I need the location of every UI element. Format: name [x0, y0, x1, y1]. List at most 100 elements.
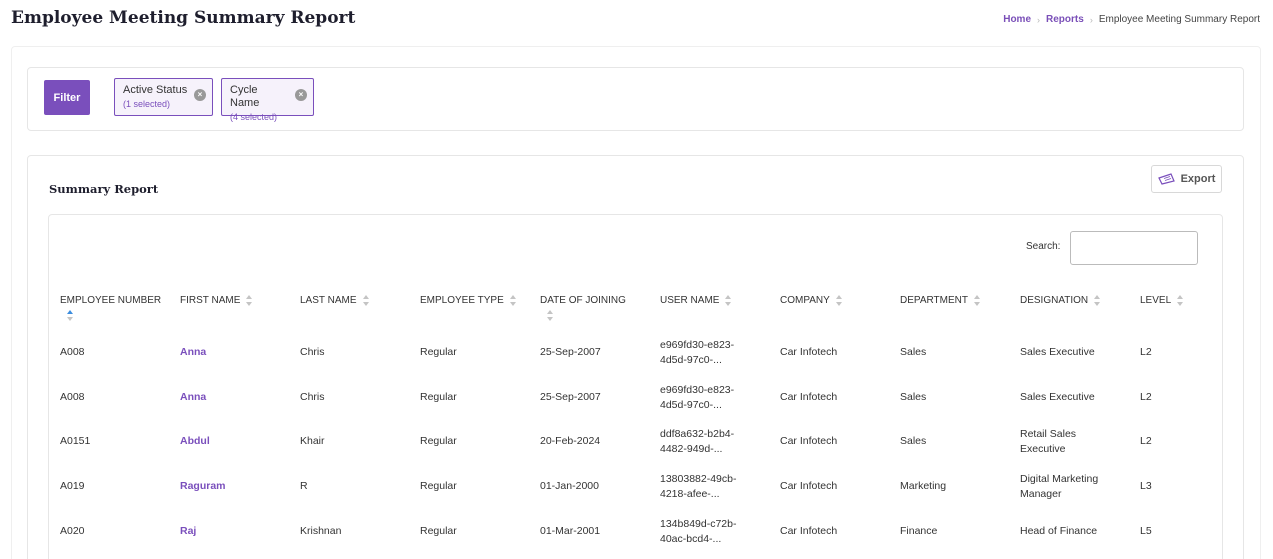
- cell-designation: Head of Finance: [1020, 524, 1097, 539]
- cell-text-line: e969fd30-e823-: [660, 339, 735, 351]
- sort-both-icon: [835, 294, 843, 306]
- cell-employee-type: Regular: [420, 480, 457, 492]
- cell-level: L2: [1140, 435, 1152, 447]
- chevron-right-icon: ›: [1089, 14, 1093, 25]
- cell-text-line: 40ac-bcd4-...: [660, 532, 722, 545]
- cell-date-of-joining: 20-Feb-2024: [540, 435, 601, 447]
- filter-chip-count: (4 selected): [230, 112, 278, 122]
- filter-button[interactable]: Filter: [44, 80, 90, 115]
- column-header-label: EMPLOYEE NUMBER: [60, 295, 162, 306]
- export-button-label: Export: [1180, 173, 1216, 185]
- cell-designation: Retail Sales Executive: [1020, 427, 1076, 456]
- filter-chip-title: Cycle Name: [230, 84, 260, 109]
- breadcrumb-home-link[interactable]: Home: [1003, 14, 1031, 25]
- sort-both-icon: [973, 294, 981, 306]
- cell-company: Car Infotech: [780, 480, 838, 492]
- cell-company: Car Infotech: [780, 525, 838, 537]
- cell-last-name: Krishnan: [300, 525, 342, 537]
- cell-employee-type: Regular: [420, 525, 457, 537]
- cell-date-of-joining: 25-Sep-2007: [540, 391, 601, 403]
- sort-both-icon: [1094, 294, 1101, 306]
- cell-text-line: 4218-afee-...: [660, 487, 720, 500]
- table-row[interactable]: A008 Anna Chris Regular 25-Sep-2007 e969…: [49, 338, 1224, 382]
- close-circle-icon[interactable]: ×: [295, 89, 307, 101]
- sort-both-icon: [1177, 294, 1184, 306]
- sort-both-icon: [509, 294, 517, 306]
- summary-report-card: Summary Report Export Search: EMPLOYEE N…: [27, 155, 1244, 559]
- sort-both-icon: [362, 294, 370, 306]
- cell-text-line: 4482-949d-...: [660, 442, 723, 455]
- section-title: Summary Report: [49, 182, 159, 196]
- column-header-employee-type[interactable]: EMPLOYEE TYPE: [420, 294, 517, 308]
- cell-company: Car Infotech: [780, 391, 838, 403]
- cell-user-name: e969fd30-e823- 4d5d-97c0-...: [660, 338, 734, 367]
- cell-first-name-link[interactable]: Raguram: [180, 479, 226, 494]
- cell-department: Sales: [900, 346, 927, 358]
- cell-first-name-link[interactable]: Anna: [180, 390, 206, 405]
- cell-text-line: Retail Sales: [1020, 428, 1077, 440]
- column-header-designation[interactable]: DESIGNATION: [1020, 294, 1101, 308]
- cell-company: Car Infotech: [780, 346, 838, 358]
- column-header-label: USER NAME: [660, 295, 720, 306]
- column-header-level[interactable]: LEVEL: [1140, 294, 1184, 308]
- page-title: Employee Meeting Summary Report: [11, 8, 356, 28]
- column-header-employee-number[interactable]: EMPLOYEE NUMBER: [60, 294, 170, 321]
- column-header-label: FIRST NAME: [180, 295, 241, 306]
- cell-text-line: Executive: [1020, 442, 1066, 455]
- cell-text-line: 4d5d-97c0-...: [660, 353, 722, 366]
- cell-designation: Sales Executive: [1020, 390, 1095, 405]
- column-header-department[interactable]: DEPARTMENT: [900, 294, 981, 308]
- cell-user-name: ddf8a632-b2b4- 4482-949d-...: [660, 427, 734, 456]
- export-button[interactable]: Export: [1151, 165, 1222, 193]
- breadcrumb: Home › Reports › Employee Meeting Summar…: [1003, 14, 1260, 25]
- cell-employee-number: A008: [60, 391, 85, 403]
- cell-text-line: Sales Executive: [1020, 391, 1095, 403]
- column-header-first-name[interactable]: FIRST NAME: [180, 294, 253, 308]
- breadcrumb-reports-link[interactable]: Reports: [1046, 14, 1084, 25]
- cell-user-name: 134b849d-c72b- 40ac-bcd4-...: [660, 517, 736, 546]
- cell-employee-type: Regular: [420, 391, 457, 403]
- sort-both-icon: [246, 294, 253, 306]
- cell-employee-number: A020: [60, 525, 85, 537]
- cell-level: L5: [1140, 525, 1152, 537]
- search-input[interactable]: [1070, 231, 1198, 265]
- filter-panel: Filter Active Status (1 selected) × Cycl…: [27, 67, 1244, 131]
- cell-text-line: Head of Finance: [1020, 525, 1098, 537]
- table-row[interactable]: A008 Anna Chris Regular 25-Sep-2007 e969…: [49, 383, 1224, 427]
- close-circle-icon[interactable]: ×: [194, 89, 206, 101]
- filter-chip-active-status[interactable]: Active Status (1 selected) ×: [114, 78, 213, 116]
- cell-first-name-link[interactable]: Raj: [180, 524, 196, 539]
- cell-text-line: Manager: [1020, 487, 1062, 500]
- column-header-user-name[interactable]: USER NAME: [660, 294, 732, 308]
- cell-first-name-link[interactable]: Abdul: [180, 434, 210, 449]
- column-header-company[interactable]: COMPANY: [780, 294, 843, 308]
- cell-text-line: 4d5d-97c0-...: [660, 398, 722, 411]
- cell-text-line: 13803882-49cb-: [660, 473, 737, 485]
- column-header-last-name[interactable]: LAST NAME: [300, 294, 370, 308]
- cell-designation: Sales Executive: [1020, 345, 1095, 360]
- column-header-label: DESIGNATION: [1020, 295, 1089, 306]
- column-header-label: EMPLOYEE TYPE: [420, 295, 504, 306]
- cell-department: Sales: [900, 435, 927, 447]
- breadcrumb-current: Employee Meeting Summary Report: [1098, 14, 1260, 25]
- table-row[interactable]: A020 Raj Krishnan Regular 01-Mar-2001 13…: [49, 517, 1224, 559]
- column-header-date-of-joining[interactable]: DATE OF JOINING: [540, 294, 640, 321]
- table-row[interactable]: A0151 Abdul Khair Regular 20-Feb-2024 dd…: [49, 427, 1224, 471]
- cell-date-of-joining: 01-Jan-2000: [540, 480, 599, 492]
- cell-text-line: Digital Marketing: [1020, 473, 1099, 485]
- filter-chip-cycle-name[interactable]: Cycle Name (4 selected) ×: [221, 78, 314, 122]
- column-header-label: LEVEL: [1140, 295, 1172, 306]
- cell-department: Finance: [900, 525, 938, 537]
- column-header-label: DEPARTMENT: [900, 295, 968, 306]
- cell-employee-type: Regular: [420, 346, 457, 358]
- table-row[interactable]: A019 Raguram R Regular 01-Jan-2000 13803…: [49, 472, 1224, 516]
- cell-first-name-link[interactable]: Anna: [180, 345, 206, 360]
- cell-text-line: e969fd30-e823-: [660, 384, 735, 396]
- cell-date-of-joining: 01-Mar-2001: [540, 525, 601, 537]
- cell-text-line: Sales Executive: [1020, 346, 1095, 358]
- filter-chip-title: Active Status: [123, 84, 188, 96]
- cell-date-of-joining: 25-Sep-2007: [540, 346, 601, 358]
- cell-level: L2: [1140, 391, 1152, 403]
- column-header-label: DATE OF JOINING: [540, 295, 626, 306]
- cell-user-name: 13803882-49cb- 4218-afee-...: [660, 472, 736, 501]
